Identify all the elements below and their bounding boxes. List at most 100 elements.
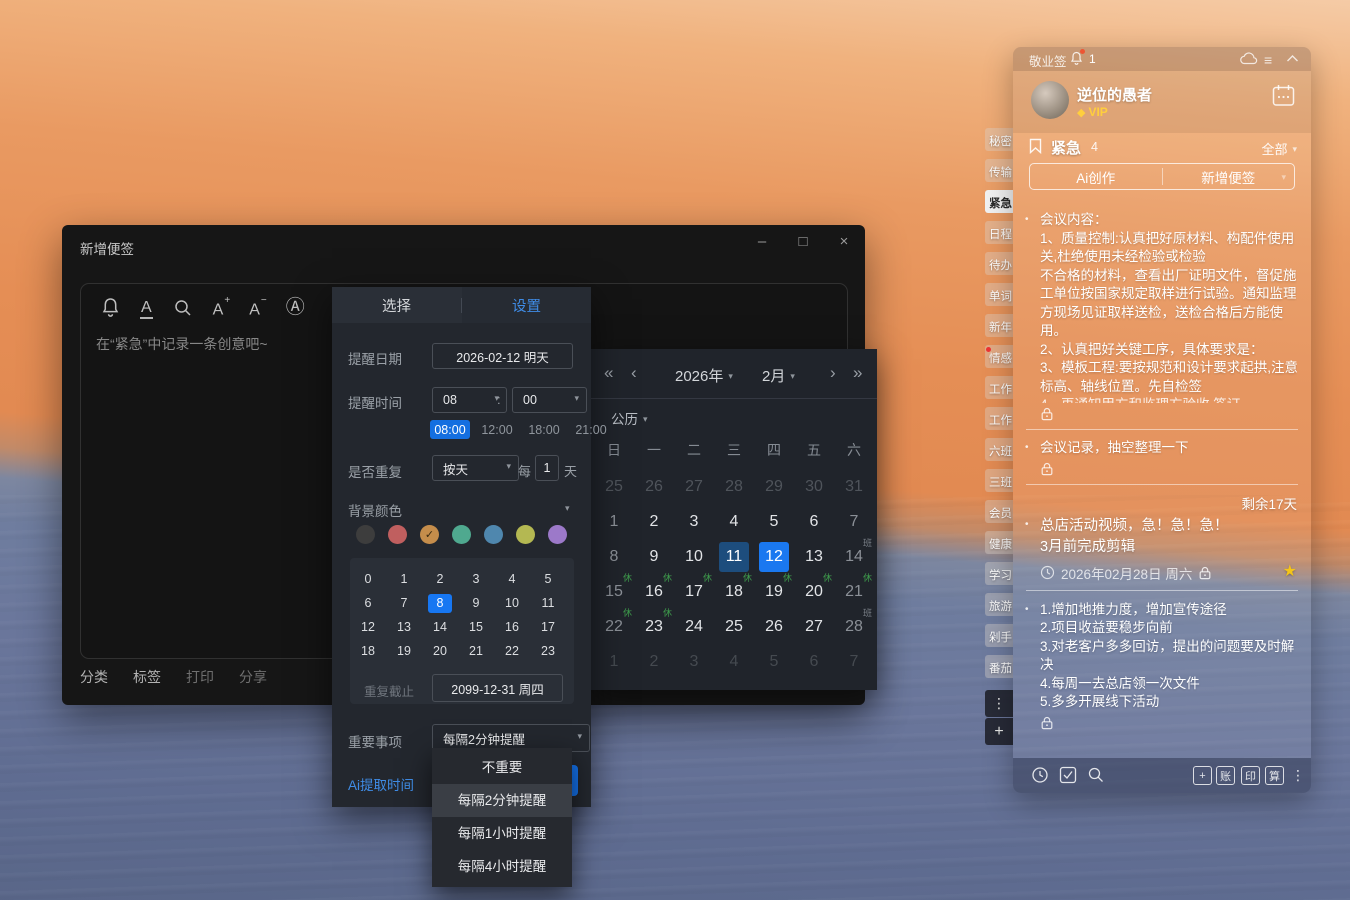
- sidebar-tab-新年[interactable]: 新年: [985, 314, 1013, 337]
- hour-cell-19[interactable]: 19: [386, 639, 422, 663]
- hour-cell-0[interactable]: 0: [350, 567, 386, 591]
- quick-time-chip[interactable]: 18:00: [524, 420, 564, 439]
- avatar[interactable]: [1031, 81, 1069, 119]
- sidebar-tab-待办[interactable]: 待办: [985, 252, 1013, 275]
- calendar-day-9[interactable]: 9: [634, 539, 674, 574]
- calendar-day-4[interactable]: 4: [714, 644, 754, 679]
- sidebar-tab-旅游[interactable]: 旅游: [985, 593, 1013, 616]
- sidebar-tab-三班[interactable]: 三班: [985, 469, 1013, 492]
- note-item[interactable]: •会议内容：1、质量控制:认真把好原材料、构配件使用关,杜绝使用未经检验或检验不…: [1013, 195, 1311, 422]
- accounts-box[interactable]: 账: [1216, 766, 1235, 785]
- color-swatch[interactable]: [484, 525, 503, 544]
- calendar-day-20[interactable]: 20休: [794, 574, 834, 609]
- calendar-day-28[interactable]: 28: [714, 469, 754, 504]
- hour-cell-21[interactable]: 21: [458, 639, 494, 663]
- sidebar-tab-学习[interactable]: 学习: [985, 562, 1013, 585]
- color-swatch[interactable]: [388, 525, 407, 544]
- next-year-icon[interactable]: »: [853, 363, 862, 383]
- hour-cell-8[interactable]: 8: [422, 591, 458, 615]
- calendar-day-2[interactable]: 2: [634, 644, 674, 679]
- calendar-day-31[interactable]: 31: [834, 469, 874, 504]
- calendar-day-23[interactable]: 23休: [634, 609, 674, 644]
- hour-cell-22[interactable]: 22: [494, 639, 530, 663]
- tab-settings[interactable]: 设置: [462, 287, 591, 323]
- calendar-day-2[interactable]: 2: [634, 504, 674, 539]
- hour-cell-11[interactable]: 11: [530, 591, 566, 615]
- next-month-icon[interactable]: ›: [830, 363, 836, 383]
- hour-cell-13[interactable]: 13: [386, 615, 422, 639]
- calendar-day-7[interactable]: 7: [834, 644, 874, 679]
- search-icon[interactable]: [173, 298, 193, 318]
- add-note-box[interactable]: +: [1193, 766, 1212, 785]
- calendar-day-29[interactable]: 29: [754, 469, 794, 504]
- color-swatch[interactable]: [548, 525, 567, 544]
- repeat-mode-select[interactable]: 按天▾: [432, 455, 519, 481]
- hour-cell-18[interactable]: 18: [350, 639, 386, 663]
- print-box[interactable]: 印: [1241, 766, 1260, 785]
- menu-icon[interactable]: ≡: [1264, 52, 1272, 68]
- sidebar-tab-六班[interactable]: 六班: [985, 438, 1013, 461]
- calendar-day-18[interactable]: 18休: [714, 574, 754, 609]
- calendar-day-21[interactable]: 21休: [834, 574, 874, 609]
- ai-extract-time-link[interactable]: Ai提取时间: [348, 774, 414, 794]
- new-note-button[interactable]: 新增便签▾: [1163, 164, 1295, 189]
- sidebar-tab-单词[interactable]: 单词: [985, 283, 1013, 306]
- hour-cell-6[interactable]: 6: [350, 591, 386, 615]
- hour-cell-2[interactable]: 2: [422, 567, 458, 591]
- calendar-day-13[interactable]: 13: [794, 539, 834, 574]
- notification-bell-icon[interactable]: [1070, 51, 1083, 66]
- dropdown-option[interactable]: 每隔1小时提醒: [432, 817, 572, 850]
- caret-down-icon[interactable]: ▾: [565, 503, 570, 514]
- search-icon[interactable]: [1087, 766, 1105, 784]
- calendar-day-5[interactable]: 5: [754, 504, 794, 539]
- editor-action-分享[interactable]: 分享: [239, 667, 267, 687]
- tab-select[interactable]: 选择: [332, 287, 461, 323]
- calendar-view-icon[interactable]: [1272, 84, 1295, 107]
- dropdown-option[interactable]: 不重要: [432, 751, 572, 784]
- calendar-day-11[interactable]: 11: [714, 539, 754, 574]
- star-icon[interactable]: ★: [1283, 561, 1297, 581]
- repeat-end-input[interactable]: 2099-12-31 周四: [432, 674, 563, 702]
- hour-cell-5[interactable]: 5: [530, 567, 566, 591]
- hour-cell-23[interactable]: 23: [530, 639, 566, 663]
- sidebar-tab-番茄[interactable]: 番茄: [985, 655, 1013, 678]
- hour-cell-20[interactable]: 20: [422, 639, 458, 663]
- remind-date-input[interactable]: 2026-02-12 明天: [432, 343, 573, 369]
- sidebar-tab-日程[interactable]: 日程: [985, 221, 1013, 244]
- calendar-day-1[interactable]: 1: [594, 504, 634, 539]
- calendar-day-6[interactable]: 6: [794, 644, 834, 679]
- hour-select[interactable]: 08▾: [432, 387, 507, 413]
- sidebar-tab-剁手[interactable]: 剁手: [985, 624, 1013, 647]
- hour-cell-17[interactable]: 17: [530, 615, 566, 639]
- quick-time-chip[interactable]: 08:00: [430, 420, 470, 439]
- maximize-button[interactable]: □: [796, 233, 810, 250]
- month-selector[interactable]: 2月▾: [762, 365, 795, 386]
- calendar-day-27[interactable]: 27: [794, 609, 834, 644]
- calendar-day-17[interactable]: 17休: [674, 574, 714, 609]
- hour-cell-4[interactable]: 4: [494, 567, 530, 591]
- quick-time-chip[interactable]: 21:00: [571, 420, 611, 439]
- hour-cell-1[interactable]: 1: [386, 567, 422, 591]
- color-swatch[interactable]: [452, 525, 471, 544]
- minimize-button[interactable]: –: [755, 233, 769, 250]
- minute-select[interactable]: 00▾: [512, 387, 587, 413]
- calendar-day-26[interactable]: 26: [754, 609, 794, 644]
- dropdown-option[interactable]: 每隔4小时提醒: [432, 850, 572, 883]
- color-swatch-selected[interactable]: ✓: [420, 525, 439, 544]
- note-item[interactable]: 剩余17天•总店活动视频，急！急！急！3月前完成剪辑2026年02月28日 周六…: [1013, 485, 1311, 583]
- sidebar-tab-紧急[interactable]: 紧急: [985, 190, 1013, 213]
- filter-all-dropdown[interactable]: 全部▾: [1261, 139, 1297, 158]
- calendar-day-15[interactable]: 15休: [594, 574, 634, 609]
- calendar-day-25[interactable]: 25: [594, 469, 634, 504]
- calendar-day-5[interactable]: 5: [754, 644, 794, 679]
- calendar-day-1[interactable]: 1: [594, 644, 634, 679]
- hour-cell-10[interactable]: 10: [494, 591, 530, 615]
- todo-check-icon[interactable]: [1059, 766, 1077, 784]
- dropdown-option[interactable]: 每隔2分钟提醒: [432, 784, 572, 817]
- sidebar-tab-会员[interactable]: 会员: [985, 500, 1013, 523]
- font-increase-icon[interactable]: A+: [213, 295, 230, 321]
- calculator-box[interactable]: 算: [1265, 766, 1284, 785]
- sidebar-tab-健康[interactable]: 健康: [985, 531, 1013, 554]
- editor-action-标签[interactable]: 标签: [133, 667, 161, 687]
- every-value-input[interactable]: 1: [535, 455, 559, 481]
